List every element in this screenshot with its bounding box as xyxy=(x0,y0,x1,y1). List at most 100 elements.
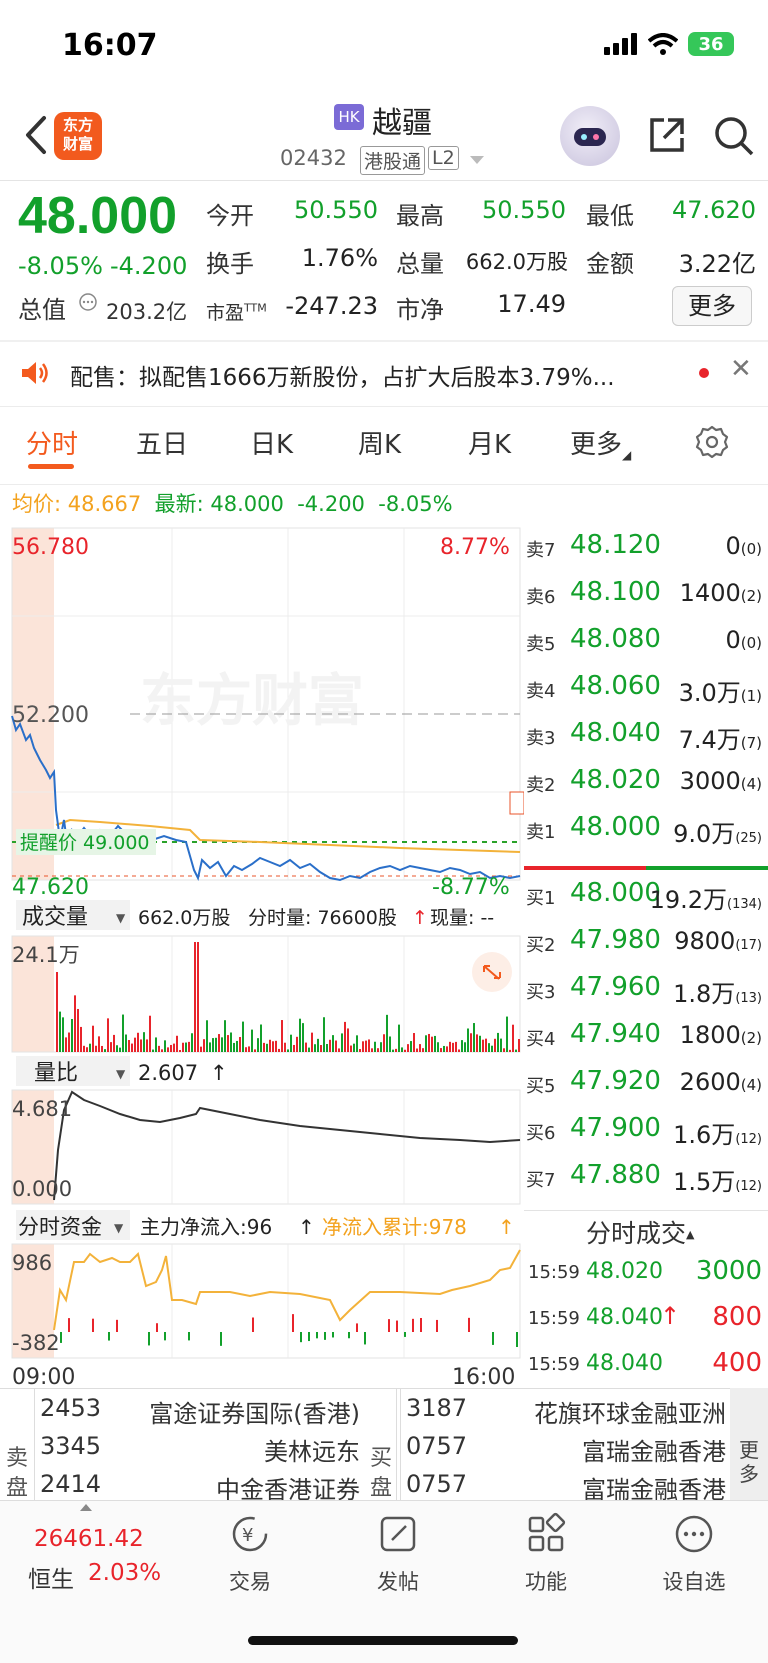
volume-bar xyxy=(236,1040,238,1052)
ask-row[interactable]: 卖6 48.100 1400(2) xyxy=(526,575,762,622)
up-arrow-icon: ↑ xyxy=(298,1215,315,1239)
alert-marker-icon[interactable] xyxy=(509,791,524,815)
ask-row[interactable]: 卖2 48.020 3000(4) xyxy=(526,763,762,810)
volume-total: 662.0万股 xyxy=(138,907,230,929)
volume-bar xyxy=(239,1037,241,1052)
sell-broker-id[interactable]: 2414 xyxy=(40,1470,101,1498)
nav-add-watchlist[interactable]: 设自选 xyxy=(634,1512,754,1596)
share-icon[interactable] xyxy=(646,114,688,156)
volume-bar xyxy=(116,1045,118,1052)
sell-broker-name[interactable]: 美林远东 xyxy=(264,1432,360,1467)
level-volume: 1800(2) xyxy=(680,1021,762,1049)
level-volume-value: 1.5万 xyxy=(673,1168,736,1196)
chevron-down-icon[interactable] xyxy=(470,156,484,164)
tab-five-day[interactable]: 五日 xyxy=(136,424,188,461)
ask-row[interactable]: 卖7 48.120 0(0) xyxy=(526,528,762,575)
buy-broker-name[interactable]: 富瑞金融香港 xyxy=(582,1432,726,1467)
close-icon[interactable]: ✕ xyxy=(730,354,752,384)
ask-row[interactable]: 卖4 48.060 3.0万(1) xyxy=(526,669,762,716)
volume-bar xyxy=(383,1034,385,1052)
bid-row[interactable]: 买6 47.900 1.6万(12) xyxy=(526,1111,762,1158)
level-volume: 9.0万(25) xyxy=(673,814,762,849)
ask-row[interactable]: 卖5 48.080 0(0) xyxy=(526,622,762,669)
search-icon[interactable] xyxy=(712,114,756,158)
level-price: 48.020 xyxy=(570,765,661,795)
info-icon[interactable] xyxy=(78,292,98,312)
tab-monthly-k[interactable]: 月K xyxy=(468,424,511,461)
bid-row[interactable]: 买5 47.920 2600(4) xyxy=(526,1064,762,1111)
tab-weekly-k[interactable]: 周K xyxy=(358,424,401,461)
volume-bar xyxy=(200,1046,202,1052)
flow-bar xyxy=(404,1332,406,1337)
level-price: 47.980 xyxy=(570,925,661,955)
level-price: 47.880 xyxy=(570,1160,661,1190)
ask-row[interactable]: 卖1 48.000 9.0万(25) xyxy=(526,810,762,857)
volume-bar xyxy=(296,1036,298,1052)
trade-price: 48.020 xyxy=(586,1259,663,1284)
caret-up-icon[interactable] xyxy=(80,1504,92,1511)
back-icon[interactable] xyxy=(18,110,58,160)
current-price: 48.000 xyxy=(18,187,178,245)
assistant-avatar-icon[interactable] xyxy=(560,106,620,166)
bid-row[interactable]: 买4 47.940 1800(2) xyxy=(526,1017,762,1064)
sell-broker-name[interactable]: 富途证券国际(香港) xyxy=(149,1394,360,1429)
level-volume: 9800(17) xyxy=(674,927,762,955)
volume-bar xyxy=(167,1047,169,1052)
more-button[interactable]: 更多 xyxy=(672,286,752,326)
bid-row[interactable]: 买2 47.980 9800(17) xyxy=(526,923,762,970)
level-price: 47.920 xyxy=(570,1066,661,1096)
level-label: 买7 xyxy=(526,1170,556,1191)
buy-broker-id[interactable]: 0757 xyxy=(406,1432,467,1460)
volume-bar xyxy=(449,1041,451,1052)
sell-broker-id[interactable]: 3345 xyxy=(40,1432,101,1460)
level-volume: 3000(4) xyxy=(680,767,762,795)
nav-post[interactable]: 发帖 xyxy=(338,1512,458,1596)
buy-broker-name[interactable]: 花旗环球金融亚洲 xyxy=(534,1394,726,1429)
tick-trades-title[interactable]: 分时成交▲ xyxy=(586,1214,694,1250)
brokers-more-button[interactable]: 更多 xyxy=(730,1388,768,1500)
sell-broker-id[interactable]: 2453 xyxy=(40,1394,101,1422)
tab-more-label: 更多 xyxy=(570,430,623,460)
ask-row[interactable]: 卖3 48.040 7.4万(7) xyxy=(526,716,762,763)
index-percent[interactable]: 2.03% xyxy=(88,1560,161,1586)
level-price: 48.000 xyxy=(570,878,661,908)
level-volume: 1400(2) xyxy=(680,579,762,607)
buy-broker-id[interactable]: 3187 xyxy=(406,1394,467,1422)
divider xyxy=(34,1388,35,1500)
tab-intraday[interactable]: 分时 xyxy=(26,424,78,461)
volume-bar xyxy=(407,1044,409,1052)
volume-bar xyxy=(359,1049,361,1052)
volume-bar xyxy=(74,995,76,1052)
intraday-chart[interactable]: 东方财富 56.780 8.77% 52.200 47.620 -8.77% 提… xyxy=(0,520,524,1390)
bid-row[interactable]: 买3 47.960 1.8万(13) xyxy=(526,970,762,1017)
open-value: 50.550 xyxy=(294,196,378,224)
volume-bar xyxy=(242,1021,244,1052)
nav-functions[interactable]: 功能 xyxy=(486,1512,606,1596)
volume-bar xyxy=(389,1036,391,1052)
volume-bar xyxy=(218,1034,220,1052)
volume-bar xyxy=(215,1037,217,1052)
buy-broker-id[interactable]: 0757 xyxy=(406,1470,467,1498)
notice-text[interactable]: 配售：拟配售1666万新股份，占扩大后股本3.79%... xyxy=(70,358,670,392)
volume-bar xyxy=(77,1008,79,1052)
index-name[interactable]: 恒生 xyxy=(28,1560,74,1594)
volume-bar xyxy=(89,1043,91,1052)
nav-trade[interactable]: ¥ 交易 xyxy=(190,1512,310,1596)
bid-row[interactable]: 买7 47.880 1.5万(12) xyxy=(526,1158,762,1205)
level-volume: 3.0万(1) xyxy=(679,673,762,708)
tab-daily-k[interactable]: 日K xyxy=(250,424,293,461)
low-label: 最低 xyxy=(586,202,634,230)
bid-row[interactable]: 买1 48.000 19.2万(134) xyxy=(526,876,762,923)
settings-gear-icon[interactable] xyxy=(694,424,730,460)
flow-bar xyxy=(220,1332,222,1346)
level-volume: 7.4万(7) xyxy=(679,720,762,755)
flow-bar xyxy=(332,1332,334,1338)
volume-bar xyxy=(350,1045,352,1052)
flow-bar xyxy=(108,1332,110,1341)
volume-bar xyxy=(446,1046,448,1052)
index-value[interactable]: 26461.42 xyxy=(34,1526,144,1552)
flow-bar xyxy=(356,1323,358,1332)
up-arrow-icon: ↑ xyxy=(412,907,428,929)
tab-more[interactable]: 更多◢ xyxy=(570,424,631,462)
volume-bar xyxy=(59,1011,61,1052)
